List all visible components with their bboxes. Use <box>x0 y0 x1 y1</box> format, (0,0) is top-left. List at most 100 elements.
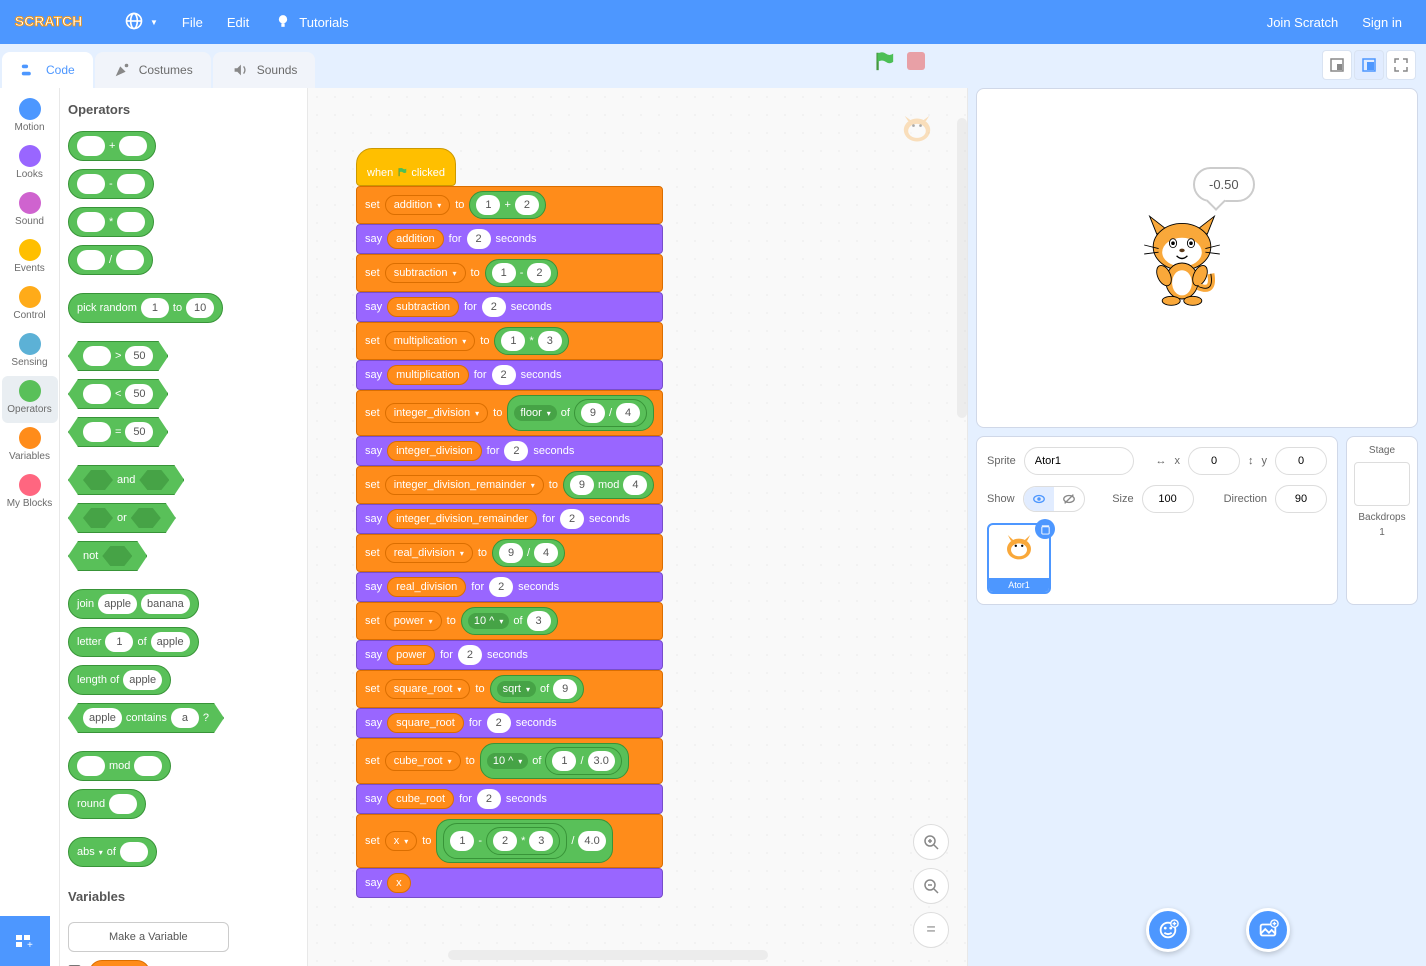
block-say-addition[interactable]: sayadditionfor2seconds <box>356 224 663 254</box>
block-set-subtraction[interactable]: setsubtraction▾to1-2 <box>356 254 663 292</box>
block-multiply[interactable]: * <box>68 207 154 237</box>
sprite-name-input[interactable] <box>1024 447 1134 475</box>
add-backdrop-button[interactable] <box>1246 908 1290 952</box>
block-set-real-division[interactable]: setreal_division▾to9/4 <box>356 534 663 572</box>
sprite-size-input[interactable] <box>1142 485 1194 513</box>
bulb-icon <box>273 11 293 34</box>
block-not[interactable]: not <box>68 541 147 571</box>
variable-reporter-addition[interactable]: addition <box>89 960 150 966</box>
delete-sprite-button[interactable] <box>1035 519 1055 539</box>
block-lt[interactable]: <50 <box>68 379 168 409</box>
sprite-x-input[interactable] <box>1188 447 1240 475</box>
block-say-subtraction[interactable]: saysubtractionfor2seconds <box>356 292 663 322</box>
green-flag-button[interactable] <box>873 50 895 72</box>
workspace-scrollbar-v[interactable] <box>957 118 967 418</box>
block-letter-of[interactable]: letter1ofapple <box>68 627 199 657</box>
size-label: Size <box>1112 493 1133 505</box>
language-menu[interactable]: ▼ <box>112 0 170 44</box>
block-add[interactable]: + <box>68 131 156 161</box>
file-menu[interactable]: File <box>170 0 215 44</box>
sprite-direction-input[interactable] <box>1275 485 1327 513</box>
add-extension-button[interactable]: + <box>0 916 50 966</box>
scratch-logo[interactable]: SCRATCH <box>12 8 96 36</box>
zoom-in-button[interactable] <box>913 824 949 860</box>
xy-icon: ↕ <box>1248 455 1254 467</box>
block-and[interactable]: and <box>68 465 184 495</box>
show-hidden-button[interactable] <box>1054 487 1084 511</box>
edit-menu[interactable]: Edit <box>215 0 261 44</box>
category-control[interactable]: Control <box>2 282 58 329</box>
block-or[interactable]: or <box>68 503 176 533</box>
category-looks[interactable]: Looks <box>2 141 58 188</box>
zoom-out-button[interactable] <box>913 868 949 904</box>
category-operators[interactable]: Operators <box>2 376 58 423</box>
block-set-x[interactable]: setx▾to1-2*3/4.0 <box>356 814 663 868</box>
code-workspace[interactable]: when clicked setaddition▾to1+2 sayadditi… <box>308 88 968 966</box>
sprite-tile-ator1[interactable]: Ator1 <box>987 523 1051 594</box>
block-set-cube-root[interactable]: setcube_root▾to10 ^▾of1/3.0 <box>356 738 663 784</box>
category-events[interactable]: Events <box>2 235 58 282</box>
stage-large-button[interactable] <box>1354 50 1384 80</box>
sprite-info-panel: Sprite ↔ x ↕ y Show <box>976 436 1338 605</box>
sprite-y-input[interactable] <box>1275 447 1327 475</box>
block-say-real-division[interactable]: sayreal_divisionfor2seconds <box>356 572 663 602</box>
show-visible-button[interactable] <box>1024 487 1054 511</box>
show-label: Show <box>987 493 1015 505</box>
category-motion[interactable]: Motion <box>2 94 58 141</box>
direction-label: Direction <box>1224 493 1267 505</box>
block-say-multiplication[interactable]: saymultiplicationfor2seconds <box>356 360 663 390</box>
category-variables[interactable]: Variables <box>2 423 58 470</box>
category-sound[interactable]: Sound <box>2 188 58 235</box>
block-mod[interactable]: mod <box>68 751 171 781</box>
block-divide[interactable]: / <box>68 245 153 275</box>
tab-sounds[interactable]: Sounds <box>213 52 316 88</box>
sounds-icon <box>231 61 249 79</box>
category-sensing[interactable]: Sensing <box>2 329 58 376</box>
block-round[interactable]: round <box>68 789 146 819</box>
zoom-reset-button[interactable]: = <box>913 912 949 948</box>
block-eq[interactable]: =50 <box>68 417 168 447</box>
block-say-x[interactable]: sayx <box>356 868 663 898</box>
tab-code-label: Code <box>46 63 75 77</box>
make-variable-button[interactable]: Make a Variable <box>68 922 229 952</box>
flag-icon <box>397 165 407 179</box>
block-say-power[interactable]: saypowerfor2seconds <box>356 640 663 670</box>
block-say-square-root[interactable]: saysquare_rootfor2seconds <box>356 708 663 738</box>
block-when-flag-clicked[interactable]: when clicked <box>356 148 456 186</box>
sign-in-button[interactable]: Sign in <box>1350 0 1414 44</box>
stage-small-button[interactable] <box>1322 50 1352 80</box>
block-subtract[interactable]: - <box>68 169 154 199</box>
block-join[interactable]: joinapplebanana <box>68 589 199 619</box>
block-pick-random[interactable]: pick random1to10 <box>68 293 223 323</box>
stage-view[interactable]: -0.50 <box>976 88 1418 428</box>
stage-sprite-cat[interactable] <box>1137 209 1227 308</box>
block-set-power[interactable]: setpower▾to10 ^▾of3 <box>356 602 663 640</box>
tab-costumes[interactable]: Costumes <box>95 52 211 88</box>
xy-icon: ↔ <box>1156 455 1167 467</box>
tutorials-label: Tutorials <box>299 15 348 30</box>
block-contains[interactable]: applecontainsa? <box>68 703 224 733</box>
stage-fullscreen-button[interactable] <box>1386 50 1416 80</box>
block-set-integer-division[interactable]: setinteger_division▾tofloor▾of9/4 <box>356 390 663 436</box>
block-set-multiplication[interactable]: setmultiplication▾to1*3 <box>356 322 663 360</box>
block-length-of[interactable]: length ofapple <box>68 665 171 695</box>
block-palette: Operators + - * / pick random1to10 >50 <… <box>60 88 308 966</box>
category-myblocks[interactable]: My Blocks <box>2 470 58 517</box>
join-scratch-button[interactable]: Join Scratch <box>1255 0 1351 44</box>
block-say-cube-root[interactable]: saycube_rootfor2seconds <box>356 784 663 814</box>
block-say-integer-division[interactable]: sayinteger_divisionfor2seconds <box>356 436 663 466</box>
stop-button[interactable] <box>907 52 925 70</box>
stage-panel[interactable]: Stage Backdrops 1 <box>1346 436 1418 605</box>
stage-thumbnail[interactable] <box>1354 462 1410 506</box>
workspace-scrollbar-h[interactable] <box>448 950 768 960</box>
block-set-square-root[interactable]: setsquare_root▾tosqrt▾of9 <box>356 670 663 708</box>
add-sprite-button[interactable] <box>1146 908 1190 952</box>
tab-code[interactable]: Code <box>2 52 93 88</box>
category-label: Sound <box>15 216 44 227</box>
block-set-addition[interactable]: setaddition▾to1+2 <box>356 186 663 224</box>
block-gt[interactable]: >50 <box>68 341 168 371</box>
block-mathop[interactable]: abs▾of <box>68 837 157 867</box>
block-say-idiv-remainder[interactable]: sayinteger_division_remainderfor2seconds <box>356 504 663 534</box>
block-set-idiv-remainder[interactable]: setinteger_division_remainder▾to9mod4 <box>356 466 663 504</box>
tutorials-menu[interactable]: Tutorials <box>261 0 360 44</box>
